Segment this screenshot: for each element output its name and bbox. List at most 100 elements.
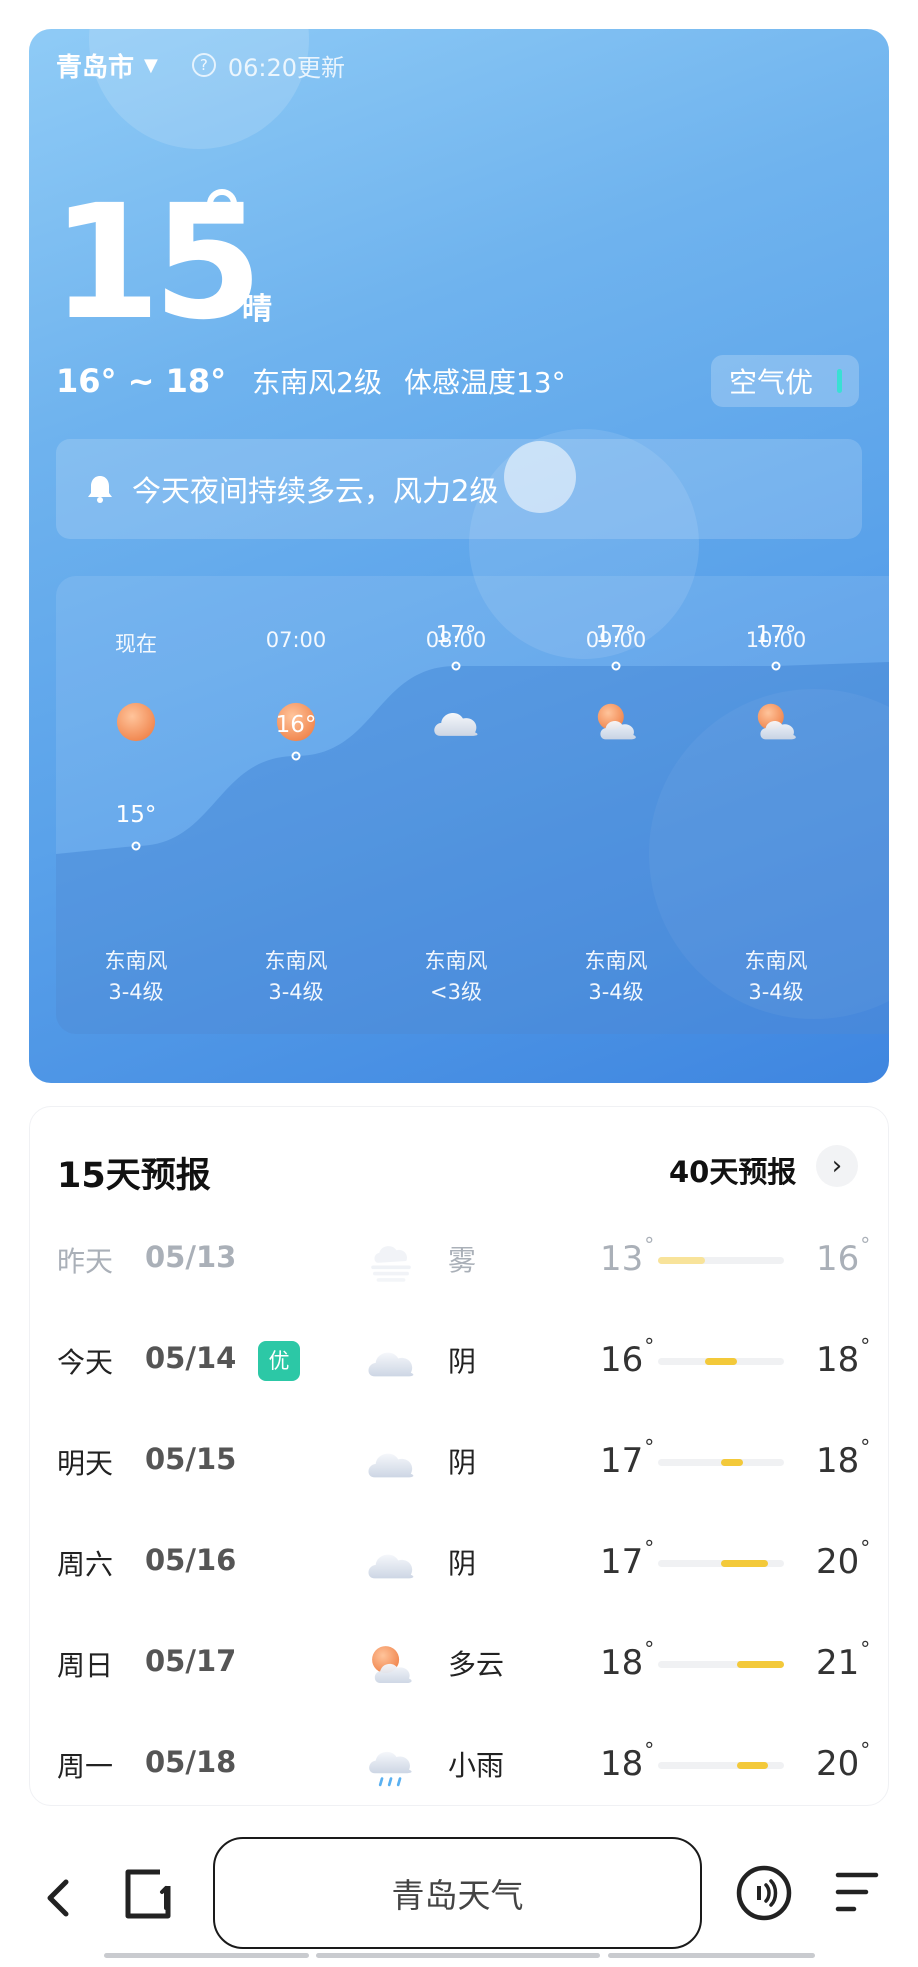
forecast-day: 周一 [57,1750,114,1783]
forecast-day: 周日 [57,1649,114,1682]
hourly-time: 现在 [115,632,157,656]
air-quality-label: 空气优 [729,366,814,399]
forecast-date: 05/14 [145,1341,237,1375]
forecast-date: 05/15 [145,1442,237,1476]
forecast-day: 昨天 [57,1245,114,1278]
forecast-high: 20° [816,1536,871,1582]
scroll-indicator [316,1953,600,1958]
city-selector[interactable]: 青岛市 [56,47,134,84]
forecast-row[interactable]: 昨天 05/13 雾 13° 16° [30,1225,888,1295]
scroll-indicator [104,1953,309,1958]
temperature-range-fill [736,1762,769,1769]
temperature-range-fill [721,1459,743,1466]
forecast-day: 周六 [57,1548,114,1581]
search-box[interactable]: 青岛天气 [213,1837,702,1949]
hourly-wind-direction: 东南风 [584,949,648,973]
air-quality-button[interactable]: 空气优 [711,355,859,407]
temperature-range-fill [721,1560,769,1567]
overcast-icon [368,1352,414,1377]
forecast-day: 今天 [57,1346,114,1379]
hourly-wind: 东南风 <3级 [376,946,536,1008]
voice-icon[interactable] [735,1864,793,1922]
forecast-40-day-link[interactable]: 40天预报 [669,1149,796,1191]
daily-forecast-card: 15天预报 40天预报 › 昨天 05/13 雾 13° 16° 今天 05/14 优阴 16°… [29,1106,889,1806]
scroll-indicator [608,1953,815,1958]
temperature-range: 16° ~ 18° [56,362,227,400]
menu-icon[interactable] [832,1867,882,1917]
tabs-icon[interactable] [120,1864,176,1924]
overcast-icon [434,712,478,736]
browser-bottom-bar: 青岛天气 [0,1806,918,1967]
hourly-wind-level: 3-4级 [588,980,644,1004]
chevron-down-icon[interactable]: ▼ [144,55,158,76]
help-icon[interactable]: ? [191,53,216,77]
hourly-temp: 17° [755,622,797,648]
feels-like: 体感温度13° [403,366,566,399]
forecast-low: 16° [600,1334,655,1380]
current-weather-card: 青岛市 ▼ ? 06:20更新 15 晴 16° ~ 18° 东南风2级 体感温… [29,29,889,1083]
hourly-wind: 东南风 3-4级 [536,946,696,1008]
temperature-range-bar [658,1459,784,1466]
hourly-wind-direction: 东南风 [744,949,808,973]
hourly-forecast[interactable]: 现在 15° 东南风 3-4级 07:00 16° 东南风 3-4级 08:00 17° 东南风 <3… [56,576,889,1034]
hourly-wind-level: 3-4级 [748,980,804,1004]
air-quality-badge: 优 [258,1341,300,1381]
forecast-date: 05/13 [145,1240,237,1274]
temperature-range-bar [658,1358,784,1365]
hourly-wind: 东南风 3-4级 [216,946,376,1008]
hourly-wind: 东南风 3-4级 [696,946,856,1008]
forecast-condition: 阴 [448,1345,477,1378]
partly-cloudy-icon [597,703,636,740]
overcast-icon [368,1554,414,1579]
hourly-wind: 东南风 3-4级 [56,946,216,1008]
forecast-condition: 小雨 [448,1749,505,1782]
forecast-condition: 阴 [448,1446,477,1479]
back-arrow-icon[interactable] [38,1868,78,1928]
forecast-date: 05/16 [145,1543,237,1577]
hourly-wind-direction: 东南风 [264,949,328,973]
hourly-wind-direction: 东南风 [424,949,488,973]
light-rain-icon [369,1751,412,1787]
hourly-wind-direction: 东南风 [104,949,168,973]
forecast-date: 05/18 [145,1745,237,1779]
bell-icon [88,476,112,503]
forecast-row[interactable]: 今天 05/14 优 阴 16° 18° [30,1326,888,1396]
temperature-range-bar [658,1762,784,1769]
current-wind: 东南风2级 [252,366,382,399]
hourly-wind-level: <3级 [430,980,482,1004]
forecast-row[interactable]: 周日 05/17 多云 18° 21° [30,1629,888,1699]
temperature-range-bar [658,1560,784,1567]
partly-cloudy-icon [757,703,796,740]
search-text: 青岛天气 [391,1876,524,1915]
current-condition: 晴 [242,292,272,327]
current-stats: 16° ~ 18° 东南风2级 体感温度13° [56,361,566,401]
weather-alert[interactable]: 今天夜间持续多云，风力2级 [56,439,862,539]
forecast-condition: 阴 [448,1547,477,1580]
hourly-wind-level: 3-4级 [108,980,164,1004]
forecast-low: 18° [600,1637,655,1683]
overcast-icon [368,1453,414,1478]
temperature-range-bar [658,1661,784,1668]
forecast-day: 明天 [57,1447,114,1480]
hourly-wind-level: 3-4级 [268,980,324,1004]
forecast-condition: 雾 [448,1244,477,1277]
forecast-date: 05/17 [145,1644,237,1678]
forecast-high: 21° [816,1637,871,1683]
alert-text: 今天夜间持续多云，风力2级 [132,474,499,508]
forecast-row[interactable]: 明天 05/15 阴 17° 18° [30,1427,888,1497]
forecast-high: 18° [816,1334,871,1380]
chevron-right-icon[interactable]: › [816,1145,858,1187]
forecast-high: 16° [816,1233,871,1279]
forecast-title: 15天预报 [57,1156,211,1196]
hourly-temp: 17° [595,622,637,648]
temperature-range-fill [705,1358,737,1365]
sun-icon [116,702,156,742]
forecast-high: 18° [816,1435,871,1481]
forecast-row[interactable]: 周一 05/18 小雨 18° 20° [30,1730,888,1800]
forecast-row[interactable]: 周六 05/16 阴 17° 20° [30,1528,888,1598]
forecast-high: 20° [816,1738,871,1784]
degree-icon [207,189,237,219]
forecast-low: 13° [600,1233,655,1279]
forecast-low: 18° [600,1738,655,1784]
hourly-temp: 16° [275,712,317,738]
